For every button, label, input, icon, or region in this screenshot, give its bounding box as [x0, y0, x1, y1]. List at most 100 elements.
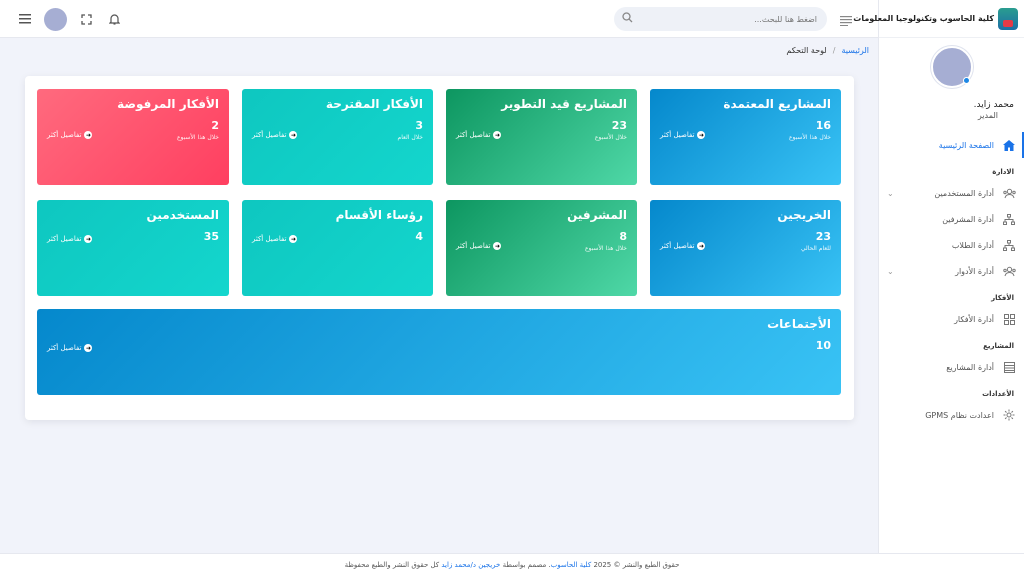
- arrow-circle-icon: ➜: [84, 131, 93, 139]
- profile-block: محمد زايد. المدير: [879, 38, 1024, 120]
- dashboard-panel: المشاريع المعتمدة 16 خلال هذا الأسبوع ➜ ت…: [25, 76, 854, 420]
- card-count: 10: [815, 339, 831, 352]
- sidebar-item-roles[interactable]: أدارة الأدوار ⌄: [879, 258, 1024, 284]
- section-heading-settings: الأعدادات: [982, 390, 1014, 398]
- sidebar-item-home[interactable]: الصفحة الرئيسية: [879, 132, 1024, 158]
- footer-college-link[interactable]: كلية الحاسوب: [551, 561, 592, 569]
- sidebar-item-label: أدارة الأفكار: [954, 314, 994, 324]
- sidebar-item-label: أدارة المشرفين: [942, 214, 994, 224]
- top-header: [0, 0, 878, 38]
- details-link[interactable]: ➜ تفاصيل أكثر: [47, 235, 93, 243]
- details-link[interactable]: ➜ تفاصيل أكثر: [252, 235, 298, 243]
- home-icon: [1002, 138, 1016, 152]
- arrow-circle-icon: ➜: [697, 131, 706, 139]
- sidebar-nav: الصفحة الرئيسية الادارة أدارة المستخدمين…: [879, 132, 1024, 428]
- arrow-circle-icon: ➜: [289, 131, 298, 139]
- details-link[interactable]: ➜ تفاصيل أكثر: [47, 344, 93, 352]
- card-title: الأفكار المرفوضة: [117, 97, 219, 111]
- details-link-label: تفاصيل أكثر: [252, 235, 287, 243]
- details-link[interactable]: ➜ تفاصيل أكثر: [252, 131, 298, 139]
- card-title: المشرفين: [567, 208, 627, 222]
- search-input[interactable]: [637, 14, 817, 24]
- sidebar-item-label: أدارة الطلاب: [951, 240, 994, 250]
- stat-card-department-heads: رؤساء الأقسام 4 ➜ تفاصيل أكثر: [242, 200, 433, 296]
- sidebar: كلية الحاسوب وتكنولوجيا المعلومات محمد ز…: [853, 0, 1024, 553]
- users-icon: [1002, 186, 1016, 200]
- stat-card-meetings: الأجتماعات 10 ➜ تفاصيل أكثر: [37, 309, 841, 395]
- details-link-label: تفاصيل أكثر: [47, 344, 82, 352]
- arrow-circle-icon: ➜: [697, 242, 706, 250]
- card-title: رؤساء الأقسام: [335, 208, 423, 222]
- grid-icon: [1002, 312, 1016, 326]
- section-heading-ideas: الأفكار: [991, 294, 1014, 302]
- sidebar-item-settings[interactable]: اعدادت نظام GPMS: [879, 402, 1024, 428]
- card-title: الأفكار المقترحة: [325, 97, 423, 111]
- stat-card-rejected-ideas: الأفكار المرفوضة 2 خلال هذا الأسبوع ➜ تفا…: [37, 89, 229, 185]
- chevron-down-icon: ⌄: [887, 188, 894, 198]
- details-link-label: تفاصيل أكثر: [47, 235, 82, 243]
- sidebar-item-label: اعدادت نظام GPMS: [925, 410, 994, 420]
- sidebar-item-ideas[interactable]: أدارة الأفكار: [879, 306, 1024, 332]
- search-icon[interactable]: [622, 12, 633, 26]
- sidebar-item-users[interactable]: أدارة المستخدمين ⌄: [879, 180, 1024, 206]
- breadcrumb-separator: /: [832, 46, 836, 55]
- stat-card-supervisors: المشرفين 8 خلال هذا الأسبوع ➜ تفاصيل أكثر: [446, 200, 637, 296]
- card-title: الأجتماعات: [767, 317, 831, 331]
- sidebar-item-students[interactable]: أدارة الطلاب: [879, 232, 1024, 258]
- breadcrumb: الرئيسية / لوحة التحكم: [786, 46, 869, 55]
- hierarchy-icon: [1002, 212, 1016, 226]
- details-link-label: تفاصيل أكثر: [456, 131, 491, 139]
- sidebar-item-label: أدارة الأدوار: [955, 266, 994, 276]
- details-link-label: تفاصيل أكثر: [660, 131, 695, 139]
- fullscreen-icon[interactable]: [77, 10, 95, 28]
- section-heading-projects: المشاريع: [983, 342, 1014, 350]
- stat-card-graduates: الخريجين 23 للعام الحالي ➜ تفاصيل أكثر: [650, 200, 841, 296]
- details-link-label: تفاصيل أكثر: [456, 242, 491, 250]
- sidebar-item-supervisors[interactable]: أدارة المشرفين: [879, 206, 1024, 232]
- hierarchy-icon: [1002, 238, 1016, 252]
- footer-designed-by: . مصمم بواسطة: [502, 561, 551, 569]
- details-link-label: تفاصيل أكثر: [252, 131, 287, 139]
- gear-icon: [1002, 408, 1016, 422]
- card-title: المشاريع المعتمدة: [723, 97, 831, 111]
- details-link-label: تفاصيل أكثر: [47, 131, 82, 139]
- breadcrumb-current: لوحة التحكم: [786, 46, 827, 55]
- sidebar-item-projects[interactable]: أدارة المشاريع: [879, 354, 1024, 380]
- online-status-dot: [962, 77, 970, 84]
- profile-name: محمد زايد.: [973, 100, 1014, 110]
- footer: حقوق الطبع والنشر © 2025 كلية الحاسوب . …: [0, 553, 1024, 576]
- hamburger-menu-icon[interactable]: [16, 10, 34, 28]
- card-title: المستخدمين: [146, 208, 219, 222]
- breadcrumb-home-link[interactable]: الرئيسية: [841, 46, 869, 55]
- brand-title: كلية الحاسوب وتكنولوجيا المعلومات: [853, 14, 994, 23]
- arrow-circle-icon: ➜: [289, 235, 298, 243]
- sidebar-item-label: أدارة المشاريع: [946, 362, 994, 372]
- sidebar-item-label: أدارة المستخدمين: [934, 188, 994, 198]
- stat-card-projects-in-development: المشاريع قيد التطوير 23 خلال الأسبوع ➜ تف…: [446, 89, 637, 185]
- profile-role: المدير: [977, 111, 998, 120]
- section-heading-admin: الادارة: [992, 168, 1014, 176]
- users-icon: [1002, 264, 1016, 278]
- user-avatar[interactable]: [44, 8, 67, 31]
- bell-icon[interactable]: [105, 10, 123, 28]
- footer-designer-link[interactable]: خريجين د/محمد زايد: [441, 561, 500, 569]
- card-title: المشاريع قيد التطوير: [501, 97, 627, 111]
- stat-card-approved-projects: المشاريع المعتمدة 16 خلال هذا الأسبوع ➜ ت…: [650, 89, 841, 185]
- chevron-down-icon: ⌄: [887, 266, 894, 276]
- details-link[interactable]: ➜ تفاصيل أكثر: [660, 242, 706, 250]
- college-logo: [998, 7, 1018, 30]
- table-icon: [1002, 360, 1016, 374]
- brand: كلية الحاسوب وتكنولوجيا المعلومات: [853, 0, 1024, 38]
- arrow-circle-icon: ➜: [84, 344, 93, 352]
- arrow-circle-icon: ➜: [84, 235, 93, 243]
- search-box: [614, 7, 827, 31]
- sidebar-item-label: الصفحة الرئيسية: [938, 140, 994, 150]
- footer-copyright: حقوق الطبع والنشر © 2025: [593, 561, 680, 569]
- details-link[interactable]: ➜ تفاصيل أكثر: [660, 131, 706, 139]
- details-link[interactable]: ➜ تفاصيل أكثر: [456, 242, 502, 250]
- arrow-circle-icon: ➜: [493, 131, 502, 139]
- details-link[interactable]: ➜ تفاصيل أكثر: [47, 131, 93, 139]
- stat-card-users: المستخدمين 35 ➜ تفاصيل أكثر: [37, 200, 229, 296]
- details-link[interactable]: ➜ تفاصيل أكثر: [456, 131, 502, 139]
- sidebar-toggle-icon[interactable]: [840, 11, 852, 30]
